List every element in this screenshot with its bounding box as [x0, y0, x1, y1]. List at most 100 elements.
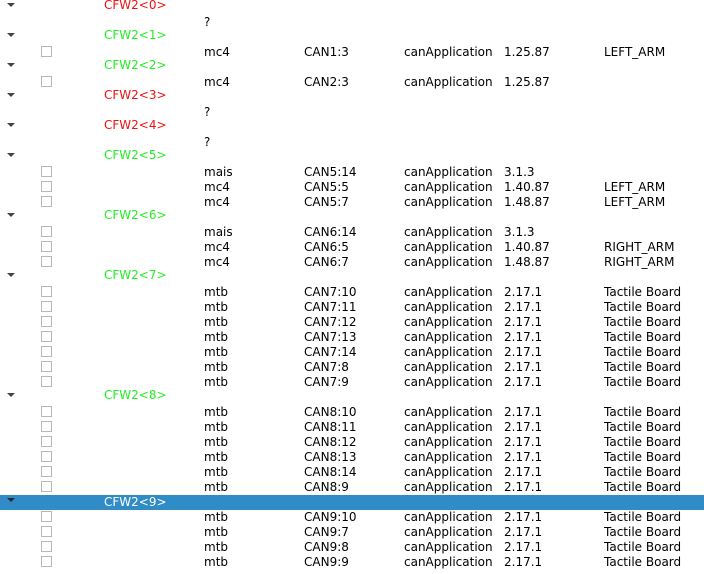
- device-type: mtb: [204, 345, 229, 359]
- device-checkbox[interactable]: [41, 46, 52, 57]
- device-checkbox[interactable]: [41, 421, 52, 432]
- device-application: canApplication: [404, 225, 493, 239]
- tree-group-row[interactable]: CFW2<3>: [0, 88, 704, 105]
- tree-group-row[interactable]: CFW2<6>: [0, 208, 704, 225]
- device-checkbox[interactable]: [41, 466, 52, 477]
- device-address: CAN8:10: [304, 405, 357, 419]
- device-row[interactable]: mais CAN6:14 canApplication 3.1.3: [0, 225, 704, 240]
- device-checkbox[interactable]: [41, 331, 52, 342]
- device-name: Tactile Board: [604, 360, 682, 374]
- device-address: CAN5:14: [304, 165, 357, 179]
- device-row[interactable]: mtb CAN9:9 canApplication 2.17.1 Tactile Boa…: [0, 555, 704, 570]
- expand-arrow-icon[interactable]: [7, 273, 15, 277]
- device-application: canApplication: [404, 420, 493, 434]
- device-type: mtb: [204, 465, 229, 479]
- device-row[interactable]: mtb CAN9:7 canApplication 2.17.1 Tactile Boa…: [0, 525, 704, 540]
- tree-group-row[interactable]: CFW2<9>: [0, 495, 704, 510]
- tree-group-row[interactable]: CFW2<8>: [0, 388, 704, 405]
- device-row[interactable]: mtb CAN7:14 canApplication 2.17.1 Tactile Bo…: [0, 345, 704, 360]
- device-version: 2.17.1: [504, 345, 543, 359]
- device-row[interactable]: mtb CAN7:8 canApplication 2.17.1 Tactile Boa…: [0, 360, 704, 375]
- device-name: Tactile Board: [604, 315, 682, 329]
- device-row[interactable]: mc4 CAN5:5 canApplication 1.40.87 LEFT_ARM: [0, 180, 704, 195]
- device-checkbox[interactable]: [41, 166, 52, 177]
- device-checkbox[interactable]: [41, 241, 52, 252]
- expand-arrow-icon[interactable]: [7, 393, 15, 397]
- device-row[interactable]: mtb CAN8:13 canApplication 2.17.1 Tactile Bo…: [0, 450, 704, 465]
- device-version: 1.25.87: [504, 75, 550, 89]
- expand-arrow-icon[interactable]: [7, 93, 15, 97]
- device-version: 2.17.1: [504, 525, 543, 539]
- device-row[interactable]: mtb CAN8:11 canApplication 2.17.1 Tactile Bo…: [0, 420, 704, 435]
- expand-arrow-icon[interactable]: [7, 213, 15, 217]
- device-row[interactable]: mtb CAN7:11 canApplication 2.17.1 Tactile Bo…: [0, 300, 704, 315]
- device-address: CAN7:8: [304, 360, 349, 374]
- device-checkbox[interactable]: [41, 316, 52, 327]
- expand-arrow-icon[interactable]: [7, 153, 15, 157]
- device-row[interactable]: mais CAN5:14 canApplication 3.1.3: [0, 165, 704, 180]
- device-type: mais: [204, 225, 233, 239]
- device-row[interactable]: mtb CAN9:10 canApplication 2.17.1 Tactile Bo…: [0, 510, 704, 525]
- device-name: LEFT_ARM: [604, 45, 666, 59]
- device-address: CAN7:13: [304, 330, 357, 344]
- device-checkbox[interactable]: [41, 256, 52, 267]
- device-checkbox[interactable]: [41, 181, 52, 192]
- tree-group-row[interactable]: CFW2<2>: [0, 58, 704, 75]
- device-checkbox[interactable]: [41, 556, 52, 567]
- device-checkbox[interactable]: [41, 541, 52, 552]
- device-checkbox[interactable]: [41, 406, 52, 417]
- tree-group-row[interactable]: CFW2<1>: [0, 28, 704, 45]
- device-checkbox[interactable]: [41, 346, 52, 357]
- device-name: Tactile Board: [604, 555, 682, 569]
- group-label: CFW2<5>: [104, 148, 167, 162]
- expand-arrow-icon[interactable]: [7, 33, 15, 37]
- device-row[interactable]: mtb CAN7:12 canApplication 2.17.1 Tactile Bo…: [0, 315, 704, 330]
- device-application: canApplication: [404, 240, 493, 254]
- expand-arrow-icon[interactable]: [7, 498, 15, 502]
- device-checkbox[interactable]: [41, 76, 52, 87]
- device-application: canApplication: [404, 45, 493, 59]
- expand-arrow-icon[interactable]: [7, 3, 15, 7]
- device-address: CAN9:7: [304, 525, 349, 539]
- device-type: mtb: [204, 480, 229, 494]
- device-version: 2.17.1: [504, 405, 543, 419]
- device-checkbox[interactable]: [41, 196, 52, 207]
- device-version: 2.17.1: [504, 480, 543, 494]
- device-name: Tactile Board: [604, 375, 682, 389]
- device-type: mais: [204, 165, 233, 179]
- device-row[interactable]: mtb CAN8:14 canApplication 2.17.1 Tactile Bo…: [0, 465, 704, 480]
- device-version: 3.1.3: [504, 165, 535, 179]
- device-checkbox[interactable]: [41, 226, 52, 237]
- device-version: 1.40.87: [504, 240, 550, 254]
- device-row[interactable]: mtb CAN8:10 canApplication 2.17.1 Tactile Bo…: [0, 405, 704, 420]
- device-checkbox[interactable]: [41, 481, 52, 492]
- device-row[interactable]: mc4 CAN6:5 canApplication 1.40.87 RIGHT_ARM: [0, 240, 704, 255]
- expand-arrow-icon[interactable]: [7, 63, 15, 67]
- tree-group-row[interactable]: CFW2<5>: [0, 148, 704, 165]
- device-tree[interactable]: CFW2<0>? CFW2<1> mc4 CAN1:3 canApplication 1.…: [0, 0, 704, 570]
- device-checkbox[interactable]: [41, 286, 52, 297]
- device-checkbox[interactable]: [41, 526, 52, 537]
- device-application: canApplication: [404, 75, 493, 89]
- device-row[interactable]: mtb CAN9:8 canApplication 2.17.1 Tactile Boa…: [0, 540, 704, 555]
- device-checkbox[interactable]: [41, 451, 52, 462]
- device-row[interactable]: mtb CAN7:13 canApplication 2.17.1 Tactile Bo…: [0, 330, 704, 345]
- tree-group-row[interactable]: CFW2<0>: [0, 0, 704, 15]
- tree-group-row[interactable]: CFW2<7>: [0, 268, 704, 285]
- group-label: CFW2<8>: [104, 388, 167, 402]
- device-row[interactable]: mtb CAN8:12 canApplication 2.17.1 Tactile Bo…: [0, 435, 704, 450]
- device-checkbox[interactable]: [41, 436, 52, 447]
- device-checkbox[interactable]: [41, 376, 52, 387]
- device-row[interactable]: mtb CAN8:9 canApplication 2.17.1 Tactile Boa…: [0, 480, 704, 495]
- group-label: CFW2<3>: [104, 88, 167, 102]
- tree-group-row[interactable]: CFW2<4>: [0, 118, 704, 135]
- device-checkbox[interactable]: [41, 511, 52, 522]
- device-type: mtb: [204, 405, 229, 419]
- device-type: mtb: [204, 330, 229, 344]
- device-checkbox[interactable]: [41, 301, 52, 312]
- device-row[interactable]: mtb CAN7:10 canApplication 2.17.1 Tactile Bo…: [0, 285, 704, 300]
- device-version: 3.1.3: [504, 225, 535, 239]
- device-version: 2.17.1: [504, 330, 543, 344]
- expand-arrow-icon[interactable]: [7, 123, 15, 127]
- device-checkbox[interactable]: [41, 361, 52, 372]
